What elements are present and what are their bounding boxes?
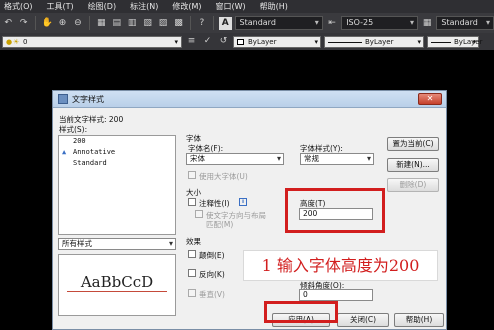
backwards-label: 反向(K): [199, 270, 225, 279]
match-orientation-checkbox[interactable]: [195, 210, 203, 218]
linetype-combo[interactable]: ByLayer: [324, 35, 424, 48]
menu-format[interactable]: 格式(O): [0, 1, 43, 12]
set-current-button[interactable]: 置为当前(C): [387, 137, 439, 151]
tool-palette-icon[interactable]: ▥: [126, 17, 138, 30]
menu-tools[interactable]: 工具(T): [43, 1, 84, 12]
list-item[interactable]: 200: [59, 136, 175, 147]
linetype-sample: [328, 41, 362, 43]
table-style-icon[interactable]: ▦: [421, 17, 433, 30]
standard-toolbar: ↶ ↷ ✋ ⊕ ⊖ ▦ ▤ ▥ ▧ ▨ ▩ ? A Standard ⇤ ISO…: [0, 13, 494, 33]
layer-thaw-icon: ☀: [13, 37, 20, 46]
list-item[interactable]: ▲ Annotative: [59, 147, 175, 158]
text-style-dialog-icon: [58, 94, 68, 104]
backwards-checkbox[interactable]: [188, 269, 196, 277]
lineweight-sample: [431, 41, 451, 43]
new-style-button[interactable]: 新建(N)...: [387, 158, 439, 172]
menu-modify[interactable]: 修改(M): [168, 1, 211, 12]
toolbar-divider: [189, 16, 191, 30]
annotative-label: 注释性(I): [199, 199, 230, 208]
help-button[interactable]: 帮助(H): [394, 313, 444, 327]
table-style-combo[interactable]: Standard: [436, 16, 494, 30]
size-group-label: 大小: [186, 188, 201, 197]
font-name-value: 宋体: [190, 154, 205, 163]
dimension-style-icon[interactable]: ⇤: [326, 17, 338, 30]
dialog-title-bar: 文字样式 ✕: [53, 91, 446, 108]
font-name-select[interactable]: 宋体: [186, 153, 284, 165]
styles-label: 样式(S):: [59, 125, 88, 134]
redo-icon[interactable]: ↷: [17, 17, 29, 30]
match-orientation-label-2: 匹配(M): [206, 220, 234, 229]
dimension-style-combo[interactable]: ISO-25: [341, 16, 418, 30]
effects-group-label: 效果: [186, 237, 201, 246]
zoom-previous-icon[interactable]: ⊖: [72, 17, 84, 30]
upside-down-checkbox[interactable]: [188, 250, 196, 258]
menu-draw[interactable]: 绘图(D): [84, 1, 126, 12]
use-big-font-checkbox[interactable]: [188, 171, 196, 179]
font-style-select[interactable]: 常规: [300, 153, 374, 165]
text-style-dialog: 文字样式 ✕ 当前文字样式: 200 样式(S): 200 ▲ Annotati…: [52, 90, 447, 330]
help-icon[interactable]: ?: [196, 17, 208, 30]
make-current-layer-icon[interactable]: ✓: [201, 35, 214, 48]
design-center-icon[interactable]: ▤: [111, 17, 123, 30]
close-icon[interactable]: ✕: [418, 93, 442, 105]
pan-icon[interactable]: ✋: [41, 17, 53, 30]
layer-previous-icon[interactable]: ↺: [217, 35, 230, 48]
dialog-title: 文字样式: [72, 94, 104, 104]
toolbar-divider: [34, 16, 36, 30]
vertical-label: 垂直(V): [199, 290, 225, 299]
style-filter-value: 所有样式: [62, 239, 92, 248]
calculator-icon[interactable]: ▩: [172, 17, 184, 30]
apply-highlight-box: [264, 301, 338, 323]
menu-window[interactable]: 窗口(W): [211, 1, 255, 12]
properties-icon[interactable]: ▦: [95, 17, 107, 30]
style-name: Annotative: [73, 148, 116, 156]
linetype-value: ByLayer: [365, 37, 394, 46]
text-style-combo[interactable]: Standard: [234, 16, 323, 30]
text-style-icon[interactable]: A: [219, 16, 232, 30]
info-icon[interactable]: i: [239, 198, 247, 206]
color-combo[interactable]: ByLayer: [233, 35, 321, 48]
annotative-icon: ▲: [62, 148, 67, 156]
menu-bar: 格式(O) 工具(T) 绘图(D) 标注(N) 修改(M) 窗口(W) 帮助(H…: [0, 0, 494, 13]
layer-manager-icon[interactable]: ≡: [185, 35, 198, 48]
use-big-font-label: 使用大字体(U): [199, 172, 248, 181]
sheet-set-icon[interactable]: ▧: [141, 17, 153, 30]
undo-icon[interactable]: ↶: [2, 17, 14, 30]
font-style-value: 常规: [304, 154, 319, 163]
preview-text: AaBbCcD: [80, 273, 154, 291]
annotative-checkbox[interactable]: [188, 198, 196, 206]
instruction-callout: 1 输入字体高度为200: [243, 250, 438, 281]
menu-help[interactable]: 帮助(H): [256, 1, 298, 12]
lineweight-value: ByLayer: [454, 37, 483, 46]
delete-style-button[interactable]: 删除(D): [387, 178, 439, 192]
oblique-input[interactable]: 0: [299, 289, 373, 301]
style-filter-select[interactable]: 所有样式: [58, 238, 176, 250]
height-highlight-box: [285, 188, 385, 233]
color-swatch: [237, 38, 244, 45]
layer-combo[interactable]: ● ☀ 0: [2, 35, 182, 48]
styles-list[interactable]: 200 ▲ Annotative Standard: [58, 135, 176, 235]
layer-name: 0: [23, 37, 28, 46]
list-item[interactable]: Standard: [59, 158, 175, 169]
zoom-icon[interactable]: ⊕: [56, 17, 68, 30]
toolbar-divider: [89, 16, 91, 30]
layer-on-icon: ●: [6, 37, 13, 46]
style-name: Standard: [73, 159, 107, 167]
style-name: 200: [73, 137, 86, 145]
lineweight-combo[interactable]: ByLayer: [427, 35, 483, 48]
vertical-checkbox[interactable]: [188, 289, 196, 297]
layers-toolbar: ● ☀ 0 ≡ ✓ ↺ ByLayer ByLayer ByLayer: [0, 33, 494, 50]
preview-baseline: [67, 291, 167, 292]
upside-down-label: 颠倒(E): [199, 251, 225, 260]
close-button[interactable]: 关闭(C): [337, 313, 389, 327]
menu-dimension[interactable]: 标注(N): [126, 1, 168, 12]
toolbar-divider: [213, 16, 215, 30]
color-value: ByLayer: [248, 37, 277, 46]
markup-icon[interactable]: ▨: [157, 17, 169, 30]
preview-pane: AaBbCcD: [58, 254, 176, 316]
